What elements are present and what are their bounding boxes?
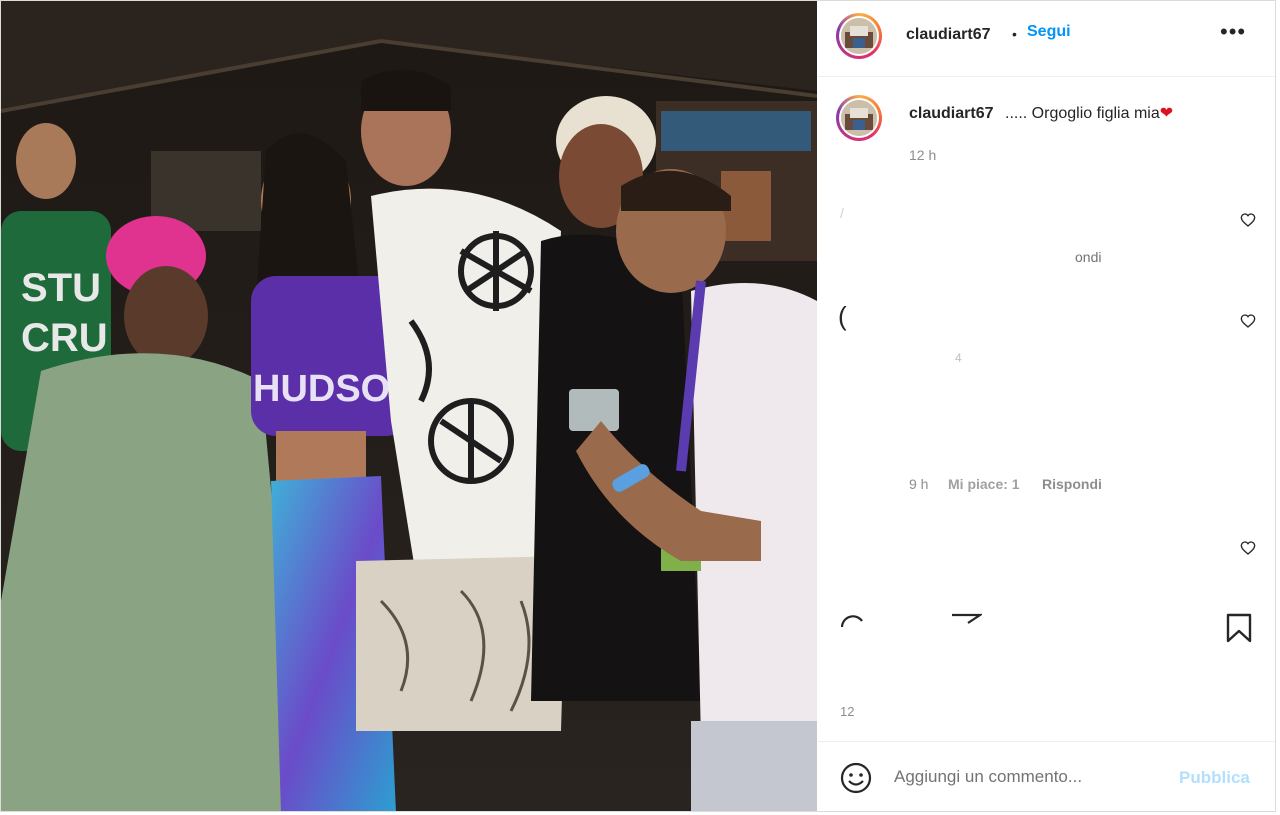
post-photo[interactable]: STU CRU HUDSON	[1, 1, 817, 811]
comment-fragment: ondi	[1075, 249, 1102, 265]
comment-fragment: 4	[955, 351, 962, 365]
comment-like-heart-icon[interactable]	[1240, 540, 1256, 556]
caption-avatar[interactable]	[836, 95, 882, 141]
post-header: claudiart67 • Segui •••	[818, 1, 1275, 77]
comment-likes-count[interactable]: Mi piace: 1	[948, 476, 1020, 492]
caption-time: 12 h	[909, 147, 937, 163]
caption-text: ..... Orgoglio figlia mia❤	[1005, 103, 1173, 123]
avatar-image	[841, 100, 877, 136]
username-link[interactable]: claudiart67	[906, 26, 990, 44]
post-side-panel: claudiart67 • Segui ••• claudiart67 ....…	[818, 1, 1275, 811]
action-bar	[818, 591, 1275, 701]
follow-button[interactable]: Segui	[1027, 23, 1071, 41]
caption-username[interactable]: claudiart67	[909, 105, 993, 123]
reply-button[interactable]: Rispondi	[1042, 476, 1102, 492]
more-icon[interactable]: •••	[1220, 19, 1246, 45]
comment-time: 9 h	[909, 476, 929, 492]
avatar-image	[841, 18, 877, 54]
comment-fragment: /	[840, 205, 844, 221]
bookmark-icon[interactable]	[1226, 613, 1252, 643]
svg-text:STU: STU	[21, 266, 101, 310]
add-comment-bar: Pubblica	[818, 741, 1275, 811]
comment-icon[interactable]	[840, 615, 866, 627]
post-dialog: STU CRU HUDSON claudiart67 • Segui ••• c…	[0, 0, 1276, 812]
photo-illustration: STU CRU HUDSON	[1, 1, 817, 811]
comment-like-heart-icon[interactable]	[1240, 313, 1256, 329]
avatar[interactable]	[836, 13, 882, 59]
publish-button[interactable]: Pubblica	[1179, 768, 1250, 788]
comment-fragment: (	[838, 301, 847, 331]
share-icon[interactable]	[950, 613, 982, 625]
comment-input[interactable]	[894, 767, 1164, 787]
heart-emoji: ❤	[1159, 105, 1174, 122]
comment-like-heart-icon[interactable]	[1240, 212, 1256, 228]
separator-dot: •	[1012, 26, 1017, 42]
likes-count[interactable]: 12	[840, 704, 854, 719]
svg-text:CRU: CRU	[21, 316, 108, 360]
emoji-icon[interactable]	[840, 762, 872, 794]
caption-body: ..... Orgoglio figlia mia	[1005, 105, 1160, 122]
